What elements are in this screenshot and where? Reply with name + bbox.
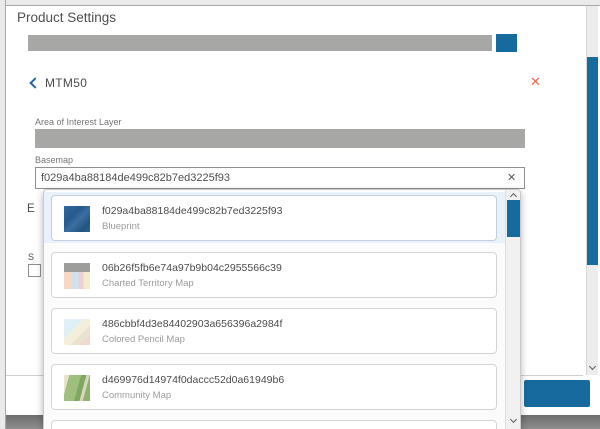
scroll-down-icon[interactable] — [589, 363, 596, 370]
back-button-label[interactable]: MTM50 — [45, 76, 87, 90]
obscured-checkbox[interactable] — [28, 264, 41, 277]
primary-action-button[interactable] — [524, 380, 590, 407]
obscured-label-s: S — [28, 252, 34, 262]
page-title: Product Settings — [17, 10, 116, 25]
basemap-option-name: Colored Pencil Map — [102, 334, 185, 345]
basemap-input[interactable] — [35, 167, 525, 189]
basemap-option-community[interactable]: d469976d14974f0daccc52d0a61949b6 Communi… — [51, 364, 497, 410]
basemap-option-name: Charted Territory Map — [102, 278, 194, 289]
scroll-down-icon[interactable] — [510, 416, 517, 423]
basemap-label: Basemap — [35, 155, 73, 165]
basemap-dropdown: f029a4ba88184de499c82b7ed3225f93 Bluepri… — [43, 189, 521, 429]
dropdown-scrollbar[interactable] — [505, 190, 520, 429]
basemap-option-name: Community Map — [102, 390, 171, 401]
clear-input-icon[interactable]: ✕ — [507, 171, 516, 184]
basemap-option-id: 486cbbf4d3e84402903a656396a2984f — [102, 318, 282, 330]
window-frame-left — [0, 0, 6, 429]
basemap-option-id: f029a4ba88184de499c82b7ed3225f93 — [102, 205, 282, 217]
blueprint-thumbnail — [64, 206, 90, 232]
window-scrollbar-thumb[interactable] — [587, 57, 598, 265]
redacted-horizontal-bar — [28, 35, 492, 51]
basemap-option-id: 06b26f5fb6e74a97b9b04c2955566c39 — [102, 262, 282, 274]
scroll-up-icon[interactable] — [510, 193, 517, 200]
basemap-option-colored-pencil[interactable]: 486cbbf4d3e84402903a656396a2984f Colored… — [51, 308, 497, 354]
area-of-interest-input[interactable] — [35, 129, 525, 148]
obscured-label-e: E — [27, 203, 35, 215]
basemap-option-name: Blueprint — [102, 221, 140, 232]
basemap-option-id: d469976d14974f0daccc52d0a61949b6 — [102, 374, 284, 386]
dropdown-scrollbar-thumb[interactable] — [507, 200, 520, 237]
basemap-option-partial[interactable] — [51, 420, 497, 429]
back-chevron-icon[interactable] — [29, 77, 40, 88]
horizontal-bar-handle[interactable] — [496, 34, 517, 52]
area-of-interest-label: Area of Interest Layer — [35, 117, 122, 127]
community-map-thumbnail — [64, 375, 90, 401]
window-scrollbar[interactable] — [586, 6, 598, 375]
colored-pencil-thumbnail — [64, 319, 90, 345]
charted-territory-thumbnail — [64, 263, 90, 289]
basemap-option-charted-territory[interactable]: 06b26f5fb6e74a97b9b04c2955566c39 Charted… — [51, 252, 497, 298]
window-frame-top — [0, 0, 600, 6]
close-icon[interactable]: ✕ — [530, 74, 541, 90]
basemap-option-blueprint[interactable]: f029a4ba88184de499c82b7ed3225f93 Bluepri… — [51, 195, 497, 241]
